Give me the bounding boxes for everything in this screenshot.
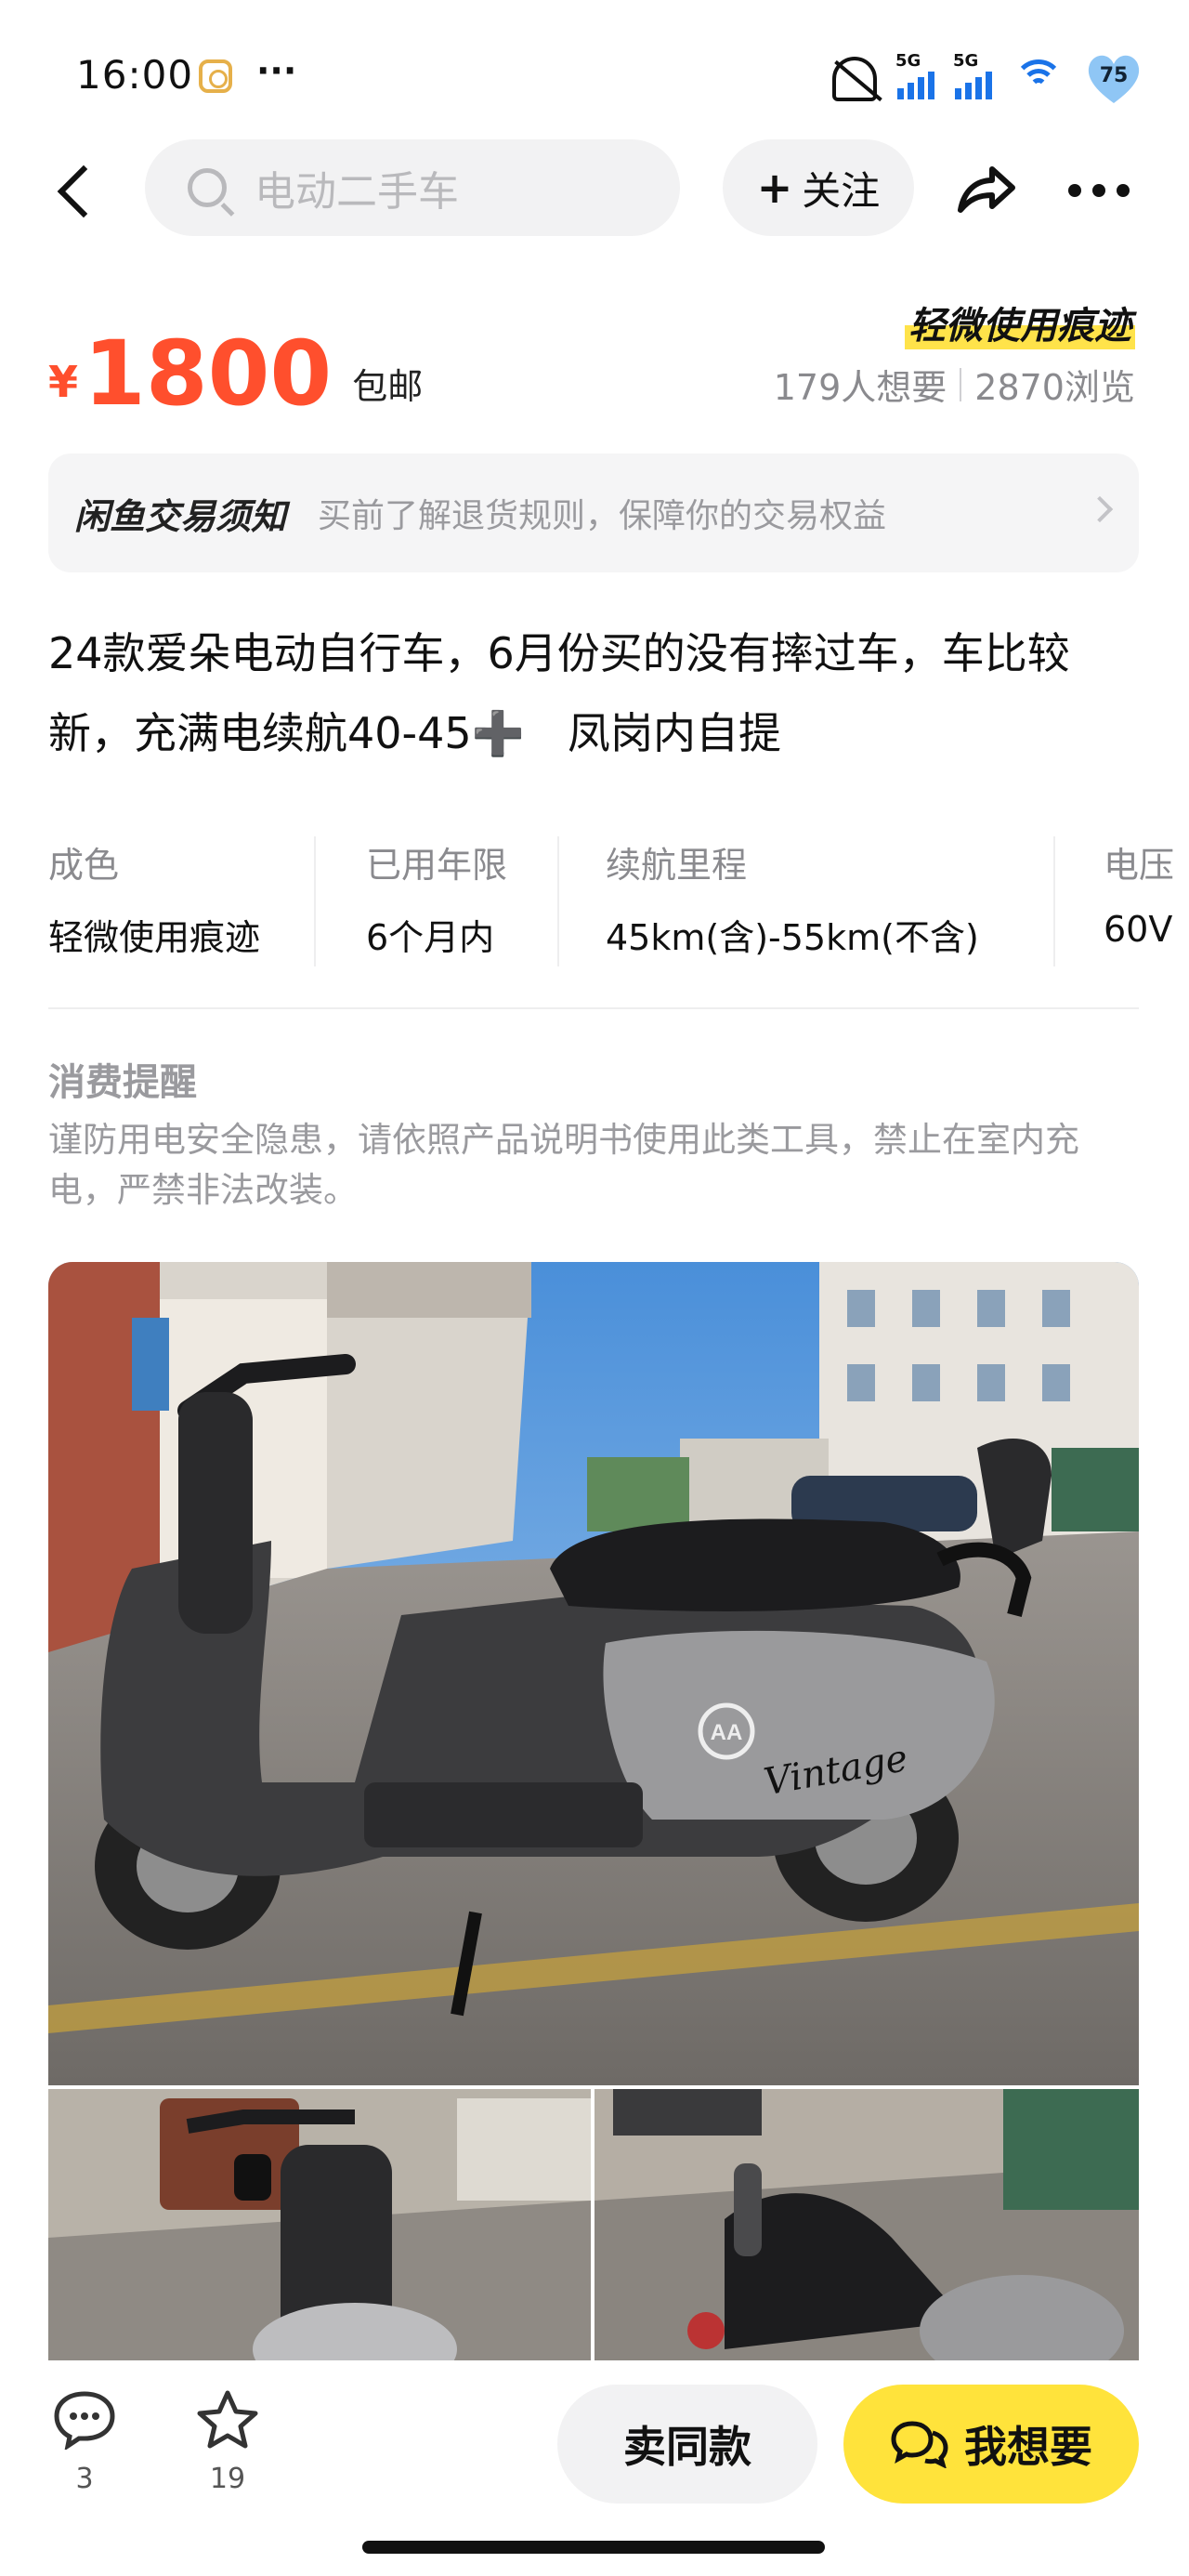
want-label: 我想要 [964,2422,1092,2472]
favorite-button[interactable]: 19 [186,2388,269,2495]
search-icon [188,168,227,207]
wants-count: 179人想要 [773,367,947,408]
battery-heart-icon: 75 [1085,51,1143,105]
more-options-button[interactable] [1068,177,1139,204]
spec-condition: 成色 轻微使用痕迹 [48,836,316,966]
favorites-count: 19 [209,2463,246,2495]
section-divider [48,1007,1139,1009]
notice-title: 闲鱼交易须知 [74,495,287,537]
views-count: 2870浏览 [974,367,1135,408]
main-product-photo[interactable]: AA Vintage [48,1262,1139,2085]
back-button[interactable] [52,164,104,219]
signal-2-icon: 5G [953,51,992,99]
top-nav: 电动二手车 + 关注 [0,139,1189,242]
home-indicator[interactable] [362,2541,825,2554]
wifi-icon [1013,58,1065,99]
item-description: 24款爱朵电动自行车，6月份买的没有摔过车，车比较新，充满电续航40-45➕ 凤… [48,628,1070,758]
spec-voltage: 电压 60V [1104,845,1175,950]
scooter-logo: AA [711,1720,743,1745]
star-icon [197,2390,258,2449]
search-placeholder: 电动二手车 [255,168,459,216]
signal-1-icon: 5G [895,51,934,99]
price-row: ¥ 1800 包邮 [48,316,423,418]
more-notifications-icon: ··· [256,50,297,91]
status-time: 16:00 [76,52,194,98]
follow-button[interactable]: + 关注 [723,139,914,236]
chevron-right-icon [1086,495,1114,523]
chat-icon [891,2421,948,2468]
comments-button[interactable]: 3 [43,2388,126,2495]
share-button[interactable] [951,156,1020,225]
listing-stats: 179人想要 2870浏览 [774,359,1135,410]
battery-level: 75 [1099,64,1129,87]
spec-years-used: 已用年限 6个月内 [316,836,559,966]
specs-row: 成色 轻微使用痕迹 已用年限 6个月内 续航里程 45km(含)-55km(不含… [48,836,1189,966]
search-bar[interactable]: 电动二手车 [145,139,680,236]
shipping-label: 包邮 [352,366,424,407]
product-photo-thumb-2[interactable] [594,2089,1139,2362]
currency-symbol: ¥ [48,357,79,407]
app-notification-icon [199,59,232,93]
spec-range: 续航里程 45km(含)-55km(不含) [559,836,1055,966]
condition-badge: 轻微使用痕迹 [905,296,1135,349]
status-icons: 5G 5G 75 [832,50,1143,106]
want-button[interactable]: 我想要 [843,2385,1139,2504]
price-amount: 1800 [84,322,333,426]
share-icon [958,166,1015,213]
bell-off-icon [832,55,877,101]
notice-text: 买前了解退货规则，保障你的交易权益 [318,497,887,535]
follow-label: 关注 [802,167,881,214]
trade-notice-banner[interactable]: 闲鱼交易须知 买前了解退货规则，保障你的交易权益 [48,453,1139,572]
consumer-reminder-title: 消费提醒 [48,1061,197,1104]
sell-same-button[interactable]: 卖同款 [557,2385,817,2504]
comment-icon [54,2391,115,2451]
comments-count: 3 [75,2463,94,2495]
plus-icon: + [756,163,793,213]
status-bar: 16:00 ··· 5G 5G 75 [0,0,1189,139]
consumer-reminder-text: 谨防用电安全隐患，请依照产品说明书使用此类工具，禁止在室内充电，严禁非法改装。 [48,1120,1079,1210]
product-photo-thumb-1[interactable] [48,2089,591,2362]
